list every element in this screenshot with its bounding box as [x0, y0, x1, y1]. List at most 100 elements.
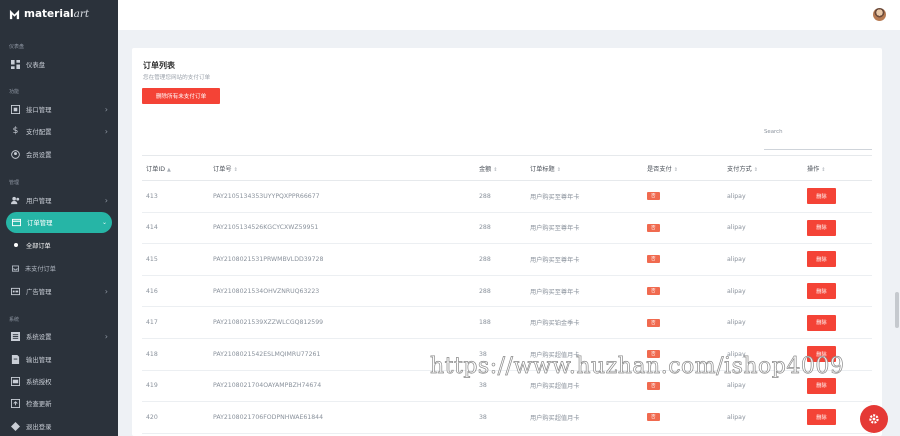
table-row: 420 PAY2108021706FODPNHWAE61844 38 用户购买超值月卡… [142, 401, 872, 434]
sort-icon: ⇕ [493, 166, 498, 173]
cell-method: alipay [723, 212, 803, 245]
table-row: 417 PAY2108021539XZZWLCGQ812599 188 用户购买铂金季… [142, 306, 872, 339]
sidebar-item-license[interactable]: 系统授权 [0, 371, 118, 391]
sidebar-item-label: 接口管理 [26, 105, 52, 114]
sidebar-item-logout[interactable]: 退出登录 [0, 416, 118, 436]
dollar-icon: $ [12, 126, 19, 136]
cell-amount: 38 [475, 401, 526, 434]
col-header-order-no[interactable]: 订单号 ⇕ [209, 155, 475, 181]
sidebar-item-label: 仪表盘 [26, 60, 46, 69]
cell-order-no: PAY2105134353UYYPQXPPR66677 [209, 180, 475, 213]
sort-icon: ⇕ [556, 166, 561, 173]
sidebar-item-label: 退出登录 [26, 422, 52, 431]
sidebar-item-ads[interactable]: 广告管理 › [0, 281, 118, 301]
settings-fab-button[interactable] [860, 405, 888, 433]
logo[interactable]: materialart [9, 8, 89, 20]
cell-paid: 否 [643, 243, 723, 276]
cell-action: 删除 [803, 243, 872, 276]
sidebar-item-users[interactable]: 用户管理 › [0, 190, 118, 210]
chevron-right-icon: › [104, 195, 108, 205]
col-header-paid[interactable]: 是否支付 ⇕ [643, 155, 723, 181]
sort-asc-icon: ▲ [166, 166, 171, 173]
delete-order-button[interactable]: 删除 [807, 377, 836, 394]
cell-action: 删除 [803, 180, 872, 213]
sidebar-item-label: 支付配置 [26, 127, 52, 136]
unpaid-badge: 否 [647, 318, 660, 327]
sidebar-item-api[interactable]: 接口管理 › [0, 99, 118, 119]
sidebar-subitem-unpaid-orders[interactable]: 未支付订单 [0, 259, 118, 277]
users-icon [11, 196, 20, 205]
sidebar-item-label: 订单管理 [27, 219, 53, 227]
cell-id: 416 [142, 275, 209, 308]
sidebar-item-payment-config[interactable]: $ 支付配置 › [0, 121, 118, 141]
sidebar-item-output[interactable]: 输出管理 [0, 349, 118, 369]
cell-paid: 否 [643, 212, 723, 245]
cell-method: alipay [723, 243, 803, 276]
cell-paid: 否 [643, 275, 723, 308]
sidebar-item-label: 系统授权 [26, 377, 52, 386]
update-icon [11, 398, 20, 408]
sidebar-item-system-settings[interactable]: 系统设置 › [0, 326, 118, 346]
section-function: 功能 [9, 89, 20, 95]
chevron-right-icon: › [104, 286, 108, 296]
cell-amount: 288 [475, 275, 526, 308]
cell-action: 删除 [803, 275, 872, 308]
delete-order-button[interactable]: 删除 [807, 188, 836, 205]
page-subtitle: 您在管理您网站的支付订单 [143, 75, 211, 81]
col-header-action[interactable]: 操作 ⇕ [803, 155, 872, 181]
unpaid-badge: 否 [647, 413, 660, 422]
sidebar-item-label: 检查更新 [26, 399, 52, 408]
cell-title: 用户购买至尊年卡 [526, 275, 643, 308]
search-input[interactable]: Search [764, 129, 783, 135]
table-row: 414 PAY2105134526KGCYCXWZ59951 288 用户购买至尊年卡… [142, 212, 872, 245]
delete-order-button[interactable]: 删除 [807, 314, 836, 331]
cell-title: 用户购买超值月卡 [526, 401, 643, 434]
sidebar-item-orders[interactable]: 订单管理 ⌄ [6, 212, 112, 233]
sort-icon: ⇕ [673, 166, 678, 173]
file-icon [11, 354, 20, 364]
cell-amount: 288 [475, 180, 526, 213]
sort-icon: ⇕ [233, 166, 238, 173]
cell-order-no: PAY2105134526KGCYCXWZ59951 [209, 212, 475, 245]
credit-card-icon [12, 218, 21, 227]
delete-all-unpaid-button[interactable]: 删除所有未支付订单 [142, 88, 220, 104]
cell-action: 删除 [803, 306, 872, 339]
sidebar-item-dashboard[interactable]: 仪表盘 [0, 54, 118, 74]
table-row: 413 PAY2105134353UYYPQXPPR66677 288 用户购买至尊年… [142, 180, 872, 213]
brand-name: materialart [24, 8, 90, 20]
sort-icon: ⇕ [753, 166, 758, 173]
sidebar-subitem-all-orders[interactable]: 全部订单 [0, 236, 118, 254]
delete-order-button[interactable]: 删除 [807, 409, 836, 426]
logo-icon [9, 9, 20, 19]
cell-id: 417 [142, 306, 209, 339]
sidebar-item-member[interactable]: 会员设置 [0, 144, 118, 164]
avatar[interactable] [873, 8, 886, 21]
cell-method: alipay [723, 275, 803, 308]
cell-action: 删除 [803, 212, 872, 245]
search-underline [764, 149, 872, 150]
cell-method: alipay [723, 401, 803, 434]
col-header-id[interactable]: 订单ID ▲ [142, 155, 209, 181]
cell-id: 415 [142, 243, 209, 276]
table-row: 416 PAY2108021534OHVZNRUQ63223 288 用户购买至尊年卡… [142, 275, 872, 308]
scrollbar-thumb[interactable] [895, 292, 899, 328]
cell-order-no: PAY2108021534OHVZNRUQ63223 [209, 275, 475, 308]
cell-order-no: PAY2108021539XZZWLCGQ812599 [209, 306, 475, 339]
sidebar-item-update[interactable]: 检查更新 [0, 393, 118, 413]
table-header: 订单ID ▲ 订单号 ⇕ 金额 ⇕ 订单标题 ⇕ 是否支付 ⇕ 支付方式 ⇕ 操作 ⇕ [142, 155, 872, 181]
watermark: https://www.huzhan.com/ishop4009 [430, 354, 845, 380]
dashboard-icon [11, 59, 20, 69]
cell-amount: 288 [475, 243, 526, 276]
logout-icon [11, 421, 20, 431]
inbox-icon [12, 264, 19, 272]
cell-paid: 否 [643, 180, 723, 213]
unpaid-badge: 否 [647, 287, 660, 296]
cell-title: 用户购买铂金季卡 [526, 306, 643, 339]
delete-order-button[interactable]: 删除 [807, 219, 836, 236]
delete-order-button[interactable]: 删除 [807, 251, 836, 268]
delete-order-button[interactable]: 删除 [807, 283, 836, 300]
col-header-title[interactable]: 订单标题 ⇕ [526, 155, 643, 181]
col-header-method[interactable]: 支付方式 ⇕ [723, 155, 803, 181]
cell-paid: 否 [643, 306, 723, 339]
col-header-amount[interactable]: 金额 ⇕ [475, 155, 526, 181]
